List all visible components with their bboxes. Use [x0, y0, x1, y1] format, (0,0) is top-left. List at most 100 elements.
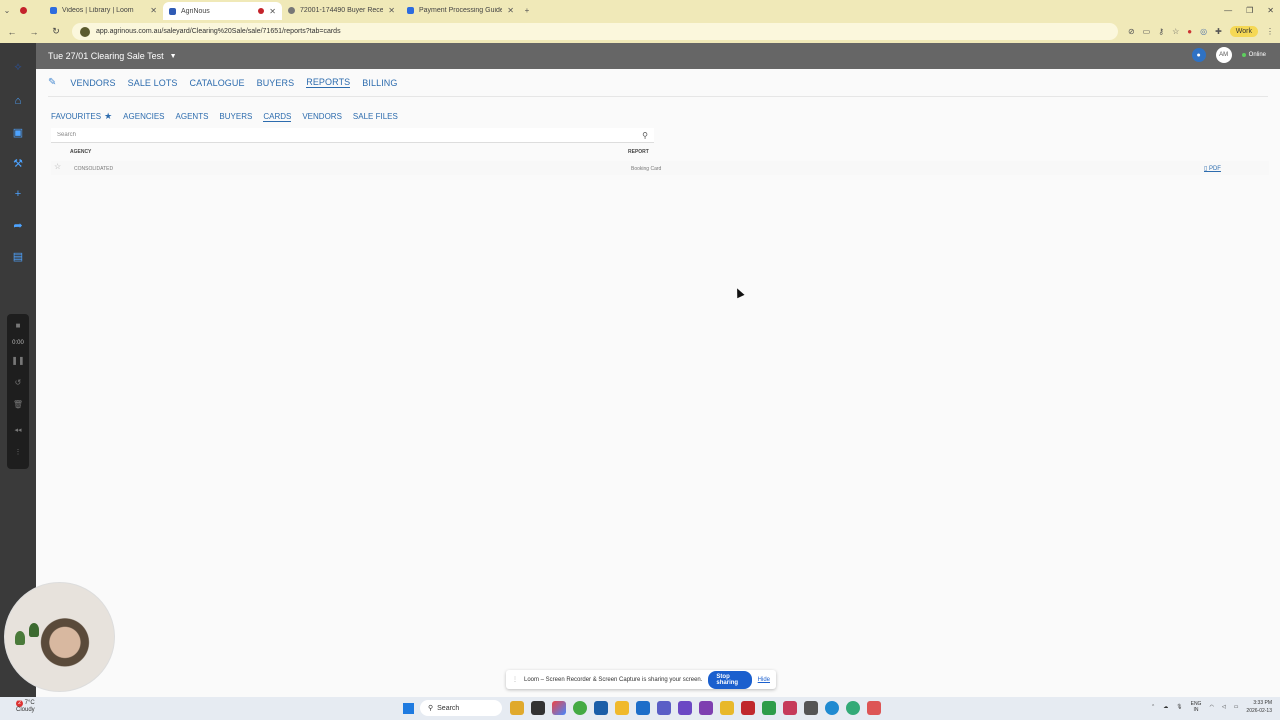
inbox-icon[interactable]: ▣: [11, 125, 25, 139]
battery-icon[interactable]: ▭: [1234, 704, 1239, 710]
wifi-icon[interactable]: ◠: [1209, 704, 1213, 710]
key-icon[interactable]: ⚷: [1158, 27, 1164, 36]
app-icon[interactable]: [741, 701, 755, 715]
app-icon[interactable]: [783, 701, 797, 715]
chrome-app-icon[interactable]: [846, 701, 860, 715]
minimize-icon[interactable]: —: [1224, 6, 1232, 15]
tab-buyers[interactable]: BUYERS: [219, 112, 252, 121]
weather-desc: Cloudy: [16, 707, 35, 713]
nav-billing[interactable]: BILLING: [362, 78, 397, 88]
tab-vendors[interactable]: VENDORS: [302, 112, 342, 121]
taskbar-search[interactable]: ⚲ Search: [420, 700, 502, 716]
table-row[interactable]: ☆ CONSOLIDATED Booking Card ▯ PDF: [51, 161, 1269, 175]
stop-record-icon[interactable]: ■: [7, 321, 29, 330]
cast-icon[interactable]: ▭: [1143, 27, 1151, 36]
draw-icon[interactable]: ⋮: [7, 448, 29, 456]
browser-tab[interactable]: [14, 0, 44, 20]
user-icon[interactable]: ●: [1191, 48, 1206, 62]
status-text: Online: [1248, 52, 1266, 58]
share-arrow-icon[interactable]: ➦: [11, 218, 25, 232]
loom-favicon-icon: [50, 6, 57, 14]
mic-icon[interactable]: 🎙: [1176, 704, 1182, 710]
weather-widget[interactable]: 2 7°C Cloudy: [16, 700, 35, 714]
app-logo-icon[interactable]: ⟡: [11, 60, 25, 74]
nav-catalogue[interactable]: CATALOGUE: [190, 78, 245, 88]
close-tab-icon[interactable]: ✕: [388, 6, 395, 15]
stop-sharing-button[interactable]: Stop sharing: [708, 670, 752, 689]
windows-start-icon[interactable]: [403, 703, 414, 714]
chrome-icon[interactable]: ◎: [1200, 27, 1207, 36]
close-tab-icon[interactable]: ✕: [507, 6, 514, 15]
nav-reports[interactable]: REPORTS: [306, 77, 351, 88]
teams-app-icon[interactable]: [657, 701, 671, 715]
search-input[interactable]: [57, 132, 617, 138]
browser-tab-payment-guide[interactable]: Payment Processing Guide for ✕: [401, 0, 520, 20]
chevron-up-icon[interactable]: ⌃: [1151, 704, 1155, 710]
outlook-app-icon[interactable]: [636, 701, 650, 715]
maximize-icon[interactable]: ❐: [1246, 6, 1253, 15]
close-tab-icon[interactable]: ✕: [269, 7, 276, 16]
app-icon[interactable]: [762, 701, 776, 715]
tab-favourites[interactable]: FAVOURITES ★: [51, 111, 112, 122]
browser-tab-loom[interactable]: Videos | Library | Loom ✕: [44, 0, 163, 20]
terminal-app-icon[interactable]: [531, 701, 545, 715]
nav-vendors[interactable]: VENDORS: [70, 78, 115, 88]
pause-icon[interactable]: ❚❚: [7, 356, 29, 365]
forward-arrow-icon[interactable]: →: [28, 27, 40, 37]
clock[interactable]: 3:33 PM 2026-02-13: [1246, 699, 1272, 715]
app-icon[interactable]: [699, 701, 713, 715]
trash-icon[interactable]: 🗑: [7, 400, 29, 409]
bookmark-star-icon[interactable]: ☆: [1172, 27, 1179, 36]
close-window-icon[interactable]: ✕: [1267, 6, 1274, 15]
gavel-icon[interactable]: ⚒: [11, 156, 25, 170]
extension-icon[interactable]: ●: [1187, 27, 1192, 36]
puzzle-icon[interactable]: ✚: [1215, 27, 1222, 36]
chrome-app-icon[interactable]: [573, 701, 587, 715]
recording-indicator-icon: [258, 8, 265, 14]
app-icon[interactable]: [720, 701, 734, 715]
avatar[interactable]: AM: [1215, 47, 1232, 63]
webcam-bubble[interactable]: [4, 582, 115, 692]
app-icon[interactable]: [678, 701, 692, 715]
favourite-star-icon[interactable]: ☆: [54, 162, 61, 171]
nav-buyers[interactable]: BUYERS: [257, 78, 295, 88]
restart-icon[interactable]: ↺: [7, 378, 29, 387]
nav-sale-lots[interactable]: SALE LOTS: [128, 78, 178, 88]
speaker-icon[interactable]: ◁: [1222, 704, 1226, 710]
reload-icon[interactable]: ↻: [50, 26, 62, 37]
browser-tab-agrinous[interactable]: AgriNous ✕: [163, 2, 282, 20]
tab-cards[interactable]: CARDS: [263, 112, 292, 122]
profile-button[interactable]: Work: [1229, 26, 1258, 37]
edit-pencil-icon[interactable]: ✎: [48, 77, 56, 88]
sale-selector[interactable]: Tue 27/01 Clearing Sale Test ▼: [48, 51, 177, 61]
close-tab-icon[interactable]: ✕: [150, 6, 157, 15]
url-field[interactable]: app.agrinous.com.au/saleyard/Clearing%20…: [72, 23, 1118, 40]
tab-agencies[interactable]: AGENCIES: [123, 112, 164, 121]
hide-link[interactable]: Hide: [758, 677, 770, 683]
more-menu-icon[interactable]: ⋮: [1266, 27, 1274, 36]
tab-sale-files[interactable]: SALE FILES: [353, 112, 398, 121]
new-tab-plus-icon[interactable]: +: [520, 0, 534, 20]
tab-agents[interactable]: AGENTS: [176, 112, 209, 121]
app-icon[interactable]: [804, 701, 818, 715]
home-icon[interactable]: ⌂: [11, 94, 25, 108]
browser-tab-receipt[interactable]: 72001-174490 Buyer Receipt Gi ✕: [282, 0, 401, 20]
pdf-link-label: PDF: [1208, 166, 1221, 172]
id-card-icon[interactable]: ▤: [11, 249, 25, 263]
no-camera-icon[interactable]: ⊘: [1128, 27, 1135, 36]
edge-app-icon[interactable]: [825, 701, 839, 715]
cloud-icon[interactable]: ☁: [1163, 704, 1168, 710]
pdf-link[interactable]: ▯ PDF: [1204, 165, 1221, 172]
site-info-icon[interactable]: [80, 26, 90, 37]
snipping-app-icon[interactable]: [867, 701, 881, 715]
back-arrow-icon[interactable]: ←: [6, 27, 18, 37]
tab-search-chevron-icon[interactable]: ⌄: [0, 0, 14, 20]
language-indicator[interactable]: ENG IN: [1191, 701, 1202, 713]
files-app-icon[interactable]: [615, 701, 629, 715]
add-icon[interactable]: +: [11, 187, 25, 201]
collapse-icon[interactable]: ◂◂: [7, 426, 29, 434]
store-app-icon[interactable]: [594, 701, 608, 715]
copilot-app-icon[interactable]: [552, 701, 566, 715]
folder-app-icon[interactable]: [510, 701, 524, 715]
search-icon[interactable]: ⚲: [642, 131, 648, 140]
